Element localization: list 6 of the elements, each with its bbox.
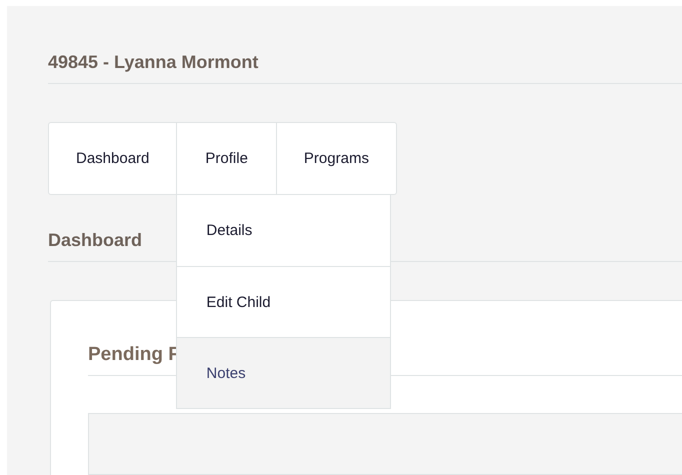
menu-item[interactable]: Notes	[177, 337, 390, 408]
menu-item[interactable]: Details	[177, 195, 390, 266]
nav-tab[interactable]: Profile	[177, 123, 276, 194]
nav-tab[interactable]: Dashboard	[49, 123, 176, 194]
page-title: 49845 - Lyanna Mormont	[48, 51, 682, 84]
nav-tab[interactable]: Programs	[276, 123, 396, 194]
